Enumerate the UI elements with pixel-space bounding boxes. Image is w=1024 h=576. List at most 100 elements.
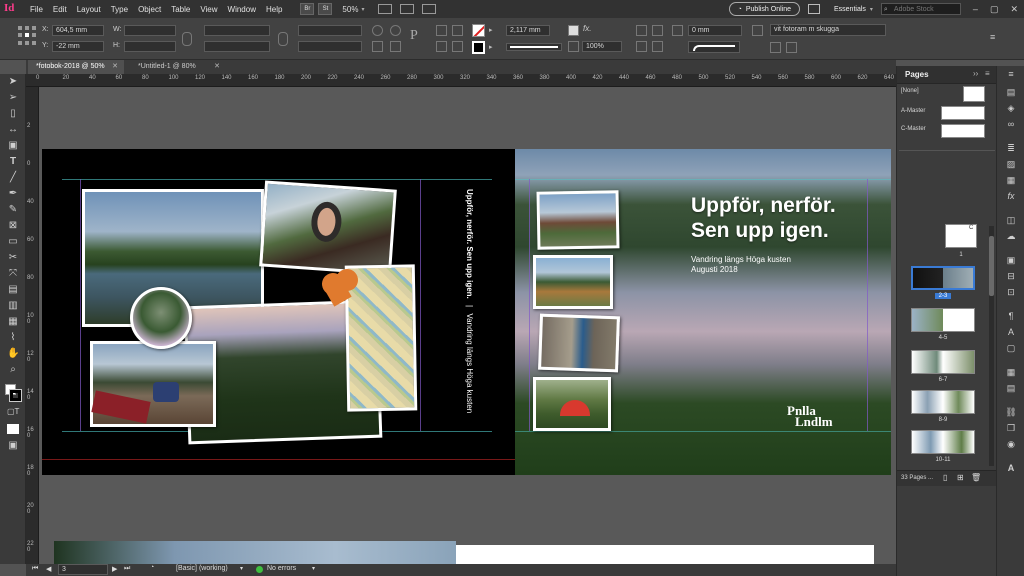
- stroke-weight-field[interactable]: 2,117 mm: [506, 25, 550, 36]
- color-panel-icon[interactable]: ▨: [1005, 158, 1017, 170]
- shear-angle-field[interactable]: [298, 41, 362, 52]
- ruler-guide[interactable]: [515, 431, 891, 432]
- wrap-bounding-icon[interactable]: [652, 25, 663, 36]
- rotation-angle-field[interactable]: [298, 25, 362, 36]
- gradient-tool-icon[interactable]: ▤: [7, 284, 19, 296]
- page-size-icon[interactable]: ▯: [943, 473, 947, 482]
- menu-help[interactable]: Help: [266, 5, 282, 14]
- ruler-guide[interactable]: [62, 179, 492, 180]
- effects-panel-icon[interactable]: fx: [1005, 190, 1017, 202]
- cc-libraries-icon[interactable]: ◫: [1005, 214, 1017, 226]
- subtitle[interactable]: Vandring längs Höga kusten Augusti 2018: [691, 255, 791, 275]
- gradient-feather-tool-icon[interactable]: ▥: [7, 300, 19, 312]
- paragraph-styles-icon[interactable]: ¶: [1005, 310, 1017, 322]
- direct-selection-tool-icon[interactable]: ➢: [7, 92, 19, 104]
- select-content-icon[interactable]: [452, 25, 463, 36]
- type-tool-icon[interactable]: T: [7, 156, 19, 168]
- selfie-photo[interactable]: [259, 180, 397, 276]
- rectangle-frame-tool-icon[interactable]: ⊠: [7, 220, 19, 232]
- panel-menu-icon[interactable]: ≡: [985, 69, 990, 78]
- eyedropper-tool-icon[interactable]: ⌇: [7, 332, 19, 344]
- object-style-select[interactable]: vit fotoram m skugga: [770, 24, 886, 36]
- constrain-proportions-icon[interactable]: [182, 32, 192, 46]
- spread-8-9-thumb[interactable]: [911, 390, 975, 414]
- select-previous-icon[interactable]: [436, 41, 447, 52]
- stroke-type-select[interactable]: [506, 43, 562, 51]
- pages-scrollbar[interactable]: [989, 226, 994, 466]
- fitting-icon[interactable]: [786, 42, 797, 53]
- opacity-icon[interactable]: [568, 41, 579, 52]
- note-tool-icon[interactable]: ▦: [7, 316, 19, 328]
- flip-vertical-icon[interactable]: [390, 41, 401, 52]
- master-none[interactable]: [None]: [901, 88, 919, 94]
- corner-shape-select[interactable]: [688, 41, 740, 53]
- publish-online-button[interactable]: ◔ Publish Online: [728, 2, 800, 16]
- bridge-button[interactable]: Br: [300, 3, 315, 15]
- corner-options-icon[interactable]: [672, 25, 683, 36]
- links-panel-icon[interactable]: ∞: [1005, 118, 1017, 130]
- view-options-icon[interactable]: [378, 4, 393, 14]
- spread-6-7-thumb[interactable]: [911, 350, 975, 374]
- swatches-panel-icon[interactable]: ▦: [1005, 174, 1017, 186]
- y-position-field[interactable]: -22 mm: [52, 41, 104, 52]
- cabin-photo[interactable]: [536, 190, 620, 250]
- stroke-chevron-icon[interactable]: ▸: [489, 43, 493, 51]
- screen-mode-tool-icon[interactable]: ▣: [7, 440, 19, 452]
- menu-type[interactable]: Type: [111, 5, 128, 14]
- next-right-page[interactable]: [456, 545, 874, 564]
- creative-cloud-icon[interactable]: ☁: [1005, 230, 1017, 242]
- menu-table[interactable]: Table: [171, 5, 190, 14]
- preflight-errors[interactable]: No errors: [267, 565, 296, 572]
- free-transform-tool-icon[interactable]: ⤧: [7, 268, 19, 280]
- control-panel-menu-icon[interactable]: ≡: [990, 32, 995, 42]
- stroke-color-icon[interactable]: [9, 389, 22, 402]
- menu-file[interactable]: File: [30, 5, 43, 14]
- stroke-swatch[interactable]: [472, 41, 485, 54]
- pages-panel-title[interactable]: Pages: [905, 70, 929, 79]
- text-wrap-icon[interactable]: ▣: [1005, 254, 1017, 266]
- stock-button[interactable]: St: [318, 3, 333, 15]
- maximize-icon[interactable]: ▢: [990, 4, 999, 15]
- zoom-chevron-icon[interactable]: ▾: [361, 6, 364, 13]
- minimize-icon[interactable]: –: [973, 4, 978, 14]
- flip-horizontal-icon[interactable]: [372, 41, 383, 52]
- first-page-icon[interactable]: ⏮: [32, 565, 38, 573]
- coffee-photo[interactable]: [90, 341, 216, 427]
- headline[interactable]: Uppför, nerför. Sen upp igen.: [691, 193, 836, 243]
- menu-layout[interactable]: Layout: [77, 5, 101, 14]
- workspace-switcher[interactable]: Essentials: [834, 6, 866, 13]
- sign-photo[interactable]: [538, 313, 620, 373]
- zoom-level[interactable]: 50%: [342, 5, 358, 14]
- apply-color-icon[interactable]: [7, 424, 19, 434]
- profile-chevron-icon[interactable]: ▾: [240, 565, 243, 572]
- spread-10-11-thumb[interactable]: [911, 430, 975, 454]
- new-page-icon[interactable]: ⊞: [957, 473, 964, 482]
- page-number-field[interactable]: 3: [58, 564, 108, 575]
- workspace-chevron-icon[interactable]: ▾: [870, 6, 873, 13]
- preflight-profile[interactable]: [Basic] (working): [176, 565, 228, 572]
- glyphs-icon[interactable]: A: [1005, 462, 1017, 474]
- wrap-none-icon[interactable]: [636, 25, 647, 36]
- next-page-icon[interactable]: ▶: [112, 565, 117, 573]
- scale-y-field[interactable]: [204, 41, 270, 52]
- opacity-field[interactable]: 100%: [582, 41, 622, 52]
- screen-mode-icon[interactable]: [400, 4, 415, 14]
- line-tool-icon[interactable]: ╱: [7, 172, 19, 184]
- clear-override-icon[interactable]: [770, 42, 781, 53]
- tab-close-icon[interactable]: ✕: [112, 60, 118, 74]
- character-styles-icon[interactable]: A: [1005, 326, 1017, 338]
- tent-photo[interactable]: [533, 377, 611, 431]
- select-next-icon[interactable]: [452, 41, 463, 52]
- selection-tool-icon[interactable]: ➤: [7, 76, 19, 88]
- spine-text[interactable]: Uppför, nerför. Sen upp igen. | Vandring…: [460, 189, 474, 413]
- next-spread[interactable]: [54, 541, 874, 564]
- menu-object[interactable]: Object: [138, 5, 161, 14]
- arrange-documents-icon[interactable]: [422, 4, 437, 14]
- master-a-thumb[interactable]: [941, 106, 985, 120]
- fill-chevron-icon[interactable]: ▸: [489, 26, 493, 34]
- layers-panel-icon[interactable]: ◈: [1005, 102, 1017, 114]
- content-collector-icon[interactable]: ▣: [7, 140, 19, 152]
- stroke-panel-icon[interactable]: ≣: [1005, 142, 1017, 154]
- stock-search-input[interactable]: ⌕ Adobe Stock: [880, 3, 961, 15]
- constrain-scale-icon[interactable]: [278, 32, 288, 46]
